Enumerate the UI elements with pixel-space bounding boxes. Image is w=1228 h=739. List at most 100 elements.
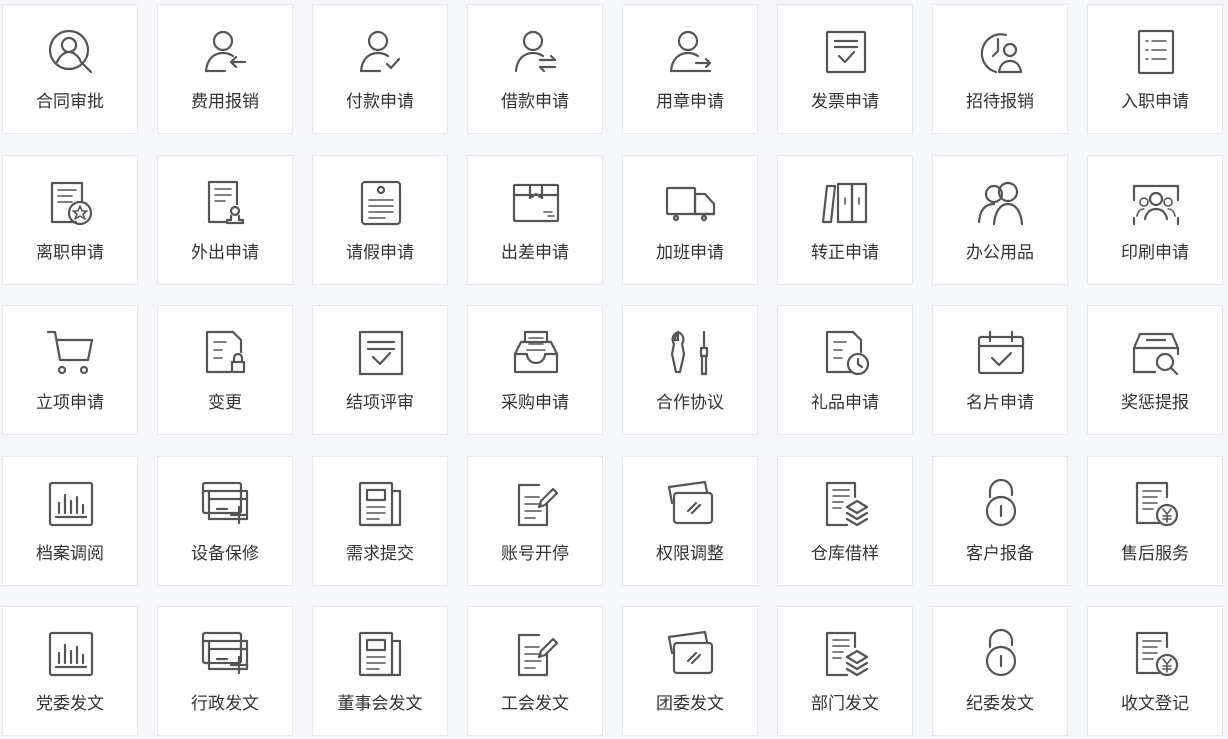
app-tile[interactable]: 账号开停 bbox=[467, 456, 603, 586]
administrative-doc-icon bbox=[201, 629, 251, 679]
app-tile-label: 名片申请 bbox=[966, 393, 1034, 413]
expense-reimbursement-icon bbox=[201, 27, 251, 77]
app-tile[interactable]: 发票申请 bbox=[777, 4, 913, 134]
app-tile[interactable]: 入职申请 bbox=[1087, 4, 1223, 134]
app-tile-label: 仓库借样 bbox=[811, 544, 879, 564]
app-tile-label: 用章申请 bbox=[656, 92, 724, 112]
youth-league-doc-icon bbox=[666, 629, 716, 679]
app-tile[interactable]: 采购申请 bbox=[467, 305, 603, 435]
hospitality-reimbursement-icon bbox=[976, 27, 1026, 77]
app-tile-label: 党委发文 bbox=[36, 694, 104, 714]
app-tile-label: 礼品申请 bbox=[811, 393, 879, 413]
app-tile-label: 采购申请 bbox=[501, 393, 569, 413]
department-doc-icon bbox=[821, 629, 871, 679]
project-initiation-icon bbox=[46, 328, 96, 378]
app-tile[interactable]: 收文登记 bbox=[1087, 606, 1223, 736]
business-card-request-icon bbox=[976, 328, 1026, 378]
change-icon bbox=[201, 328, 251, 378]
loan-request-icon bbox=[511, 27, 561, 77]
app-tile-label: 账号开停 bbox=[501, 544, 569, 564]
app-tile[interactable]: 档案调阅 bbox=[2, 456, 138, 586]
app-tile[interactable]: 行政发文 bbox=[157, 606, 293, 736]
app-tile[interactable]: 变更 bbox=[157, 305, 293, 435]
app-tile[interactable]: 用章申请 bbox=[622, 4, 758, 134]
app-tile[interactable]: 合同审批 bbox=[2, 4, 138, 134]
union-doc-icon bbox=[511, 629, 561, 679]
app-tile-label: 转正申请 bbox=[811, 243, 879, 263]
app-tile[interactable]: 董事会发文 bbox=[312, 606, 448, 736]
warehouse-sample-icon bbox=[821, 479, 871, 529]
app-tile-label: 出差申请 bbox=[501, 243, 569, 263]
app-tile[interactable]: 礼品申请 bbox=[777, 305, 913, 435]
app-tile[interactable]: 外出申请 bbox=[157, 155, 293, 285]
app-tile-label: 售后服务 bbox=[1121, 544, 1189, 564]
requirement-submit-icon bbox=[356, 479, 406, 529]
app-tile[interactable]: 权限调整 bbox=[622, 456, 758, 586]
app-tile-label: 借款申请 bbox=[501, 92, 569, 112]
payment-request-icon bbox=[356, 27, 406, 77]
seal-use-request-icon bbox=[666, 27, 716, 77]
board-doc-icon bbox=[356, 629, 406, 679]
app-tile[interactable]: 奖惩提报 bbox=[1087, 305, 1223, 435]
app-tile[interactable]: 纪委发文 bbox=[932, 606, 1068, 736]
app-tile-label: 纪委发文 bbox=[966, 694, 1034, 714]
app-tile[interactable]: 费用报销 bbox=[157, 4, 293, 134]
app-tile[interactable]: 转正申请 bbox=[777, 155, 913, 285]
regularization-request-icon bbox=[821, 178, 871, 228]
app-tile[interactable]: 请假申请 bbox=[312, 155, 448, 285]
app-tile-label: 权限调整 bbox=[656, 544, 724, 564]
app-tile-label: 董事会发文 bbox=[337, 694, 423, 714]
archive-access-icon bbox=[46, 479, 96, 529]
app-tile[interactable]: 名片申请 bbox=[932, 305, 1068, 435]
app-tile-label: 办公用品 bbox=[966, 243, 1034, 263]
app-tile-label: 合作协议 bbox=[656, 393, 724, 413]
app-tile-label: 奖惩提报 bbox=[1121, 393, 1189, 413]
app-tile-label: 设备保修 bbox=[191, 544, 259, 564]
app-grid: 合同审批 费用报销 付款申请 借款申请 用章申请 发票申请 招待报销 入职申请离职申请 外出申请… bbox=[0, 0, 1228, 739]
printing-request-icon bbox=[1131, 178, 1181, 228]
app-tile-label: 行政发文 bbox=[191, 694, 259, 714]
app-tile[interactable]: 需求提交 bbox=[312, 456, 448, 586]
app-tile[interactable]: 设备保修 bbox=[157, 456, 293, 586]
app-tile[interactable]: 售后服务 bbox=[1087, 456, 1223, 586]
app-tile[interactable]: 出差申请 bbox=[467, 155, 603, 285]
app-tile[interactable]: 办公用品 bbox=[932, 155, 1068, 285]
app-tile-label: 付款申请 bbox=[346, 92, 414, 112]
app-tile-label: 入职申请 bbox=[1121, 92, 1189, 112]
app-tile[interactable]: 工会发文 bbox=[467, 606, 603, 736]
app-tile[interactable]: 合作协议 bbox=[622, 305, 758, 435]
app-tile-label: 发票申请 bbox=[811, 92, 879, 112]
invoice-request-icon bbox=[821, 27, 871, 77]
app-tile[interactable]: 部门发文 bbox=[777, 606, 913, 736]
app-tile-label: 部门发文 bbox=[811, 694, 879, 714]
app-tile-label: 团委发文 bbox=[656, 694, 724, 714]
app-tile[interactable]: 借款申请 bbox=[467, 4, 603, 134]
app-tile-label: 需求提交 bbox=[346, 544, 414, 564]
app-tile[interactable]: 离职申请 bbox=[2, 155, 138, 285]
app-tile-label: 变更 bbox=[208, 393, 242, 413]
app-tile-label: 立项申请 bbox=[36, 393, 104, 413]
discipline-committee-doc-icon bbox=[976, 628, 1026, 679]
app-tile-label: 招待报销 bbox=[966, 92, 1034, 112]
contract-approval-icon bbox=[46, 27, 96, 77]
app-tile-label: 客户报备 bbox=[966, 544, 1034, 564]
app-tile[interactable]: 印刷申请 bbox=[1087, 155, 1223, 285]
project-closure-review-icon bbox=[356, 328, 406, 378]
party-committee-doc-icon bbox=[46, 629, 96, 679]
app-tile[interactable]: 仓库借样 bbox=[777, 456, 913, 586]
cooperation-agreement-icon bbox=[666, 328, 716, 378]
app-tile[interactable]: 客户报备 bbox=[932, 456, 1068, 586]
app-tile[interactable]: 加班申请 bbox=[622, 155, 758, 285]
app-tile-label: 外出申请 bbox=[191, 243, 259, 263]
gift-request-icon bbox=[821, 328, 871, 378]
app-tile[interactable]: 党委发文 bbox=[2, 606, 138, 736]
app-tile[interactable]: 结项评审 bbox=[312, 305, 448, 435]
app-tile[interactable]: 招待报销 bbox=[932, 4, 1068, 134]
app-tile[interactable]: 立项申请 bbox=[2, 305, 138, 435]
app-tile[interactable]: 团委发文 bbox=[622, 606, 758, 736]
incoming-doc-registration-icon bbox=[1131, 629, 1181, 679]
app-tile-label: 档案调阅 bbox=[36, 544, 104, 564]
app-tile[interactable]: 付款申请 bbox=[312, 4, 448, 134]
onboarding-request-icon bbox=[1131, 27, 1181, 77]
account-toggle-icon bbox=[511, 479, 561, 529]
